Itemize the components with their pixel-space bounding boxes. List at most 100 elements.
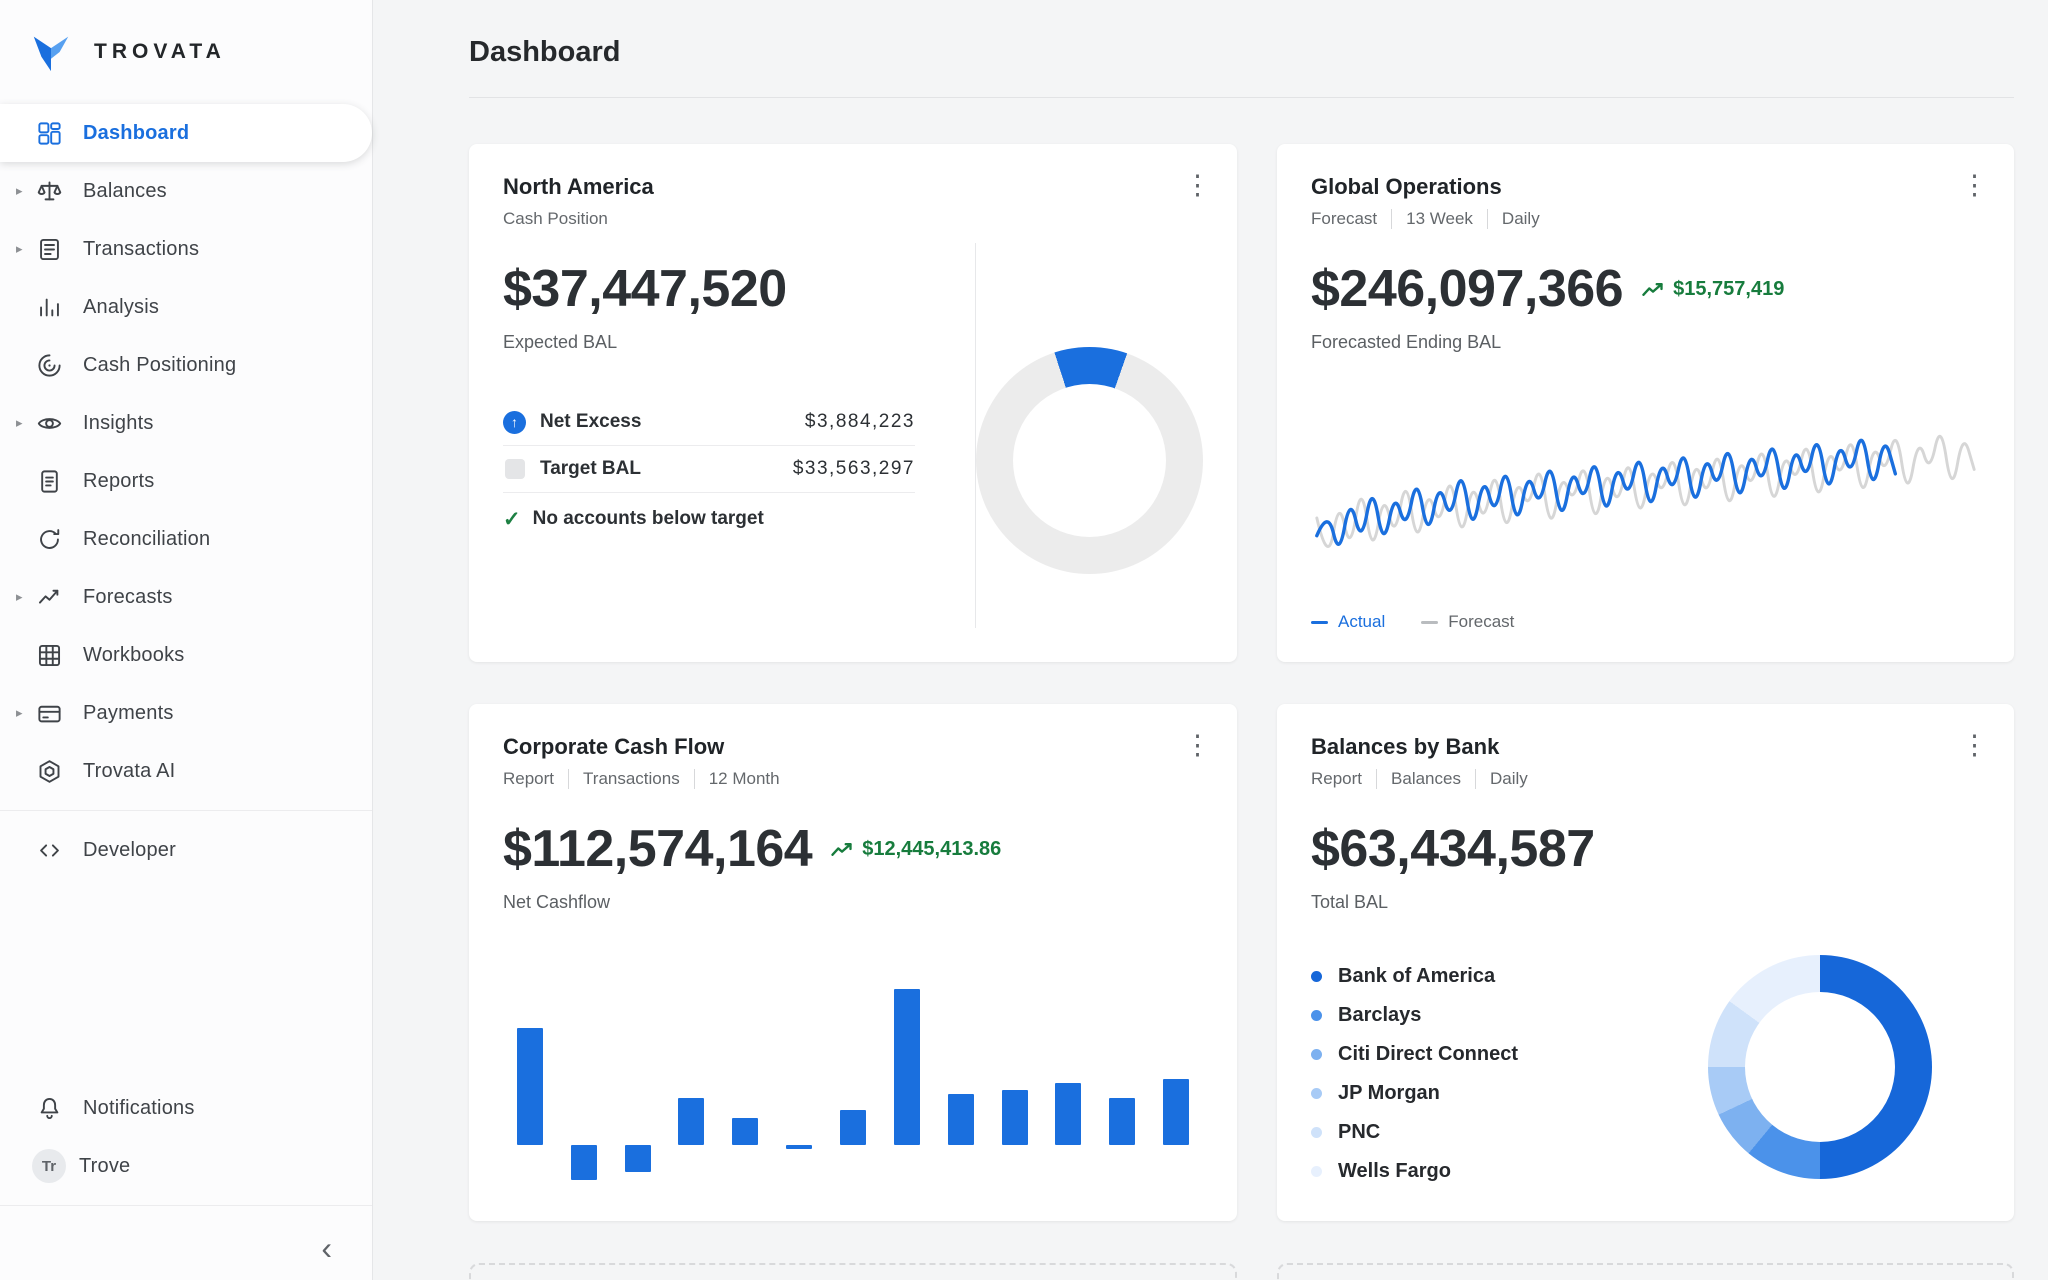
- sidebar-item-balances[interactable]: ▸Balances: [0, 162, 372, 220]
- trend-up-icon: [830, 841, 854, 858]
- line-chart-legend: Actual Forecast: [1311, 612, 1980, 632]
- forecasted-ending-bal-amount: $246,097,366: [1311, 259, 1623, 319]
- sidebar-item-workbooks[interactable]: Workbooks: [0, 626, 372, 684]
- expand-chevron-icon[interactable]: ▸: [16, 241, 36, 257]
- bank-color-dot: [1311, 971, 1322, 982]
- cash-positioning-icon: [36, 352, 63, 379]
- card-north-america: North America Cash Position $37,447,520 …: [469, 144, 1237, 662]
- card-title: North America: [503, 174, 1203, 200]
- bank-legend-item: JP Morgan: [1311, 1074, 1660, 1113]
- card-title: Corporate Cash Flow: [503, 734, 1203, 760]
- sidebar-item-dashboard[interactable]: Dashboard: [0, 104, 372, 162]
- cashflow-bar: [1163, 1079, 1189, 1145]
- cashflow-bar: [840, 1110, 866, 1145]
- refresh-icon: [36, 526, 63, 553]
- sidebar-item-reports[interactable]: Reports: [0, 452, 372, 510]
- cashflow-bar: [786, 1145, 812, 1149]
- actual-line-swatch: [1311, 621, 1328, 624]
- cashflow-bar: [678, 1098, 704, 1145]
- card-header: Global Operations Forecast13 WeekDaily: [1311, 174, 1980, 229]
- scales-icon: [36, 178, 63, 205]
- amount-label: Forecasted Ending BAL: [1311, 332, 1980, 353]
- legend-label: Target BAL: [540, 458, 793, 480]
- trovata-logo[interactable]: TROVATA: [0, 0, 372, 104]
- sidebar-item-forecasts[interactable]: ▸Forecasts: [0, 568, 372, 626]
- collapse-sidebar-button[interactable]: [321, 1232, 332, 1264]
- meta-item: Daily: [1487, 209, 1540, 229]
- sidebar-item-trove[interactable]: TrTrove: [0, 1137, 372, 1195]
- trovata-logo-icon: [28, 29, 74, 75]
- sidebar-item-trovata-ai[interactable]: Trovata AI: [0, 742, 372, 800]
- dashboard-grid: North America Cash Position $37,447,520 …: [469, 144, 2014, 1280]
- target-bal-swatch: [505, 459, 525, 479]
- bank-color-dot: [1311, 1088, 1322, 1099]
- bank-color-dot: [1311, 1049, 1322, 1060]
- placeholder-card: [1277, 1263, 2014, 1280]
- dashboard-grid-icon: [36, 120, 63, 147]
- sidebar-item-label: Trove: [79, 1155, 130, 1178]
- legend-row-target-bal: Target BAL $33,563,297: [503, 446, 915, 493]
- card-title: Global Operations: [1311, 174, 1980, 200]
- forecast-line-chart: [1311, 375, 1980, 608]
- legend-value: $33,563,297: [793, 458, 915, 480]
- sidebar-item-reconciliation[interactable]: Reconciliation: [0, 510, 372, 568]
- status-row: ✓ No accounts below target: [503, 493, 915, 545]
- card-header: North America Cash Position: [503, 174, 1203, 229]
- meta-item: Balances: [1376, 769, 1461, 789]
- bank-legend: Bank of AmericaBarclaysCiti Direct Conne…: [1311, 949, 1660, 1191]
- sidebar-divider: [0, 810, 372, 811]
- sidebar-item-label: Reports: [83, 470, 154, 493]
- kebab-menu-icon[interactable]: [1184, 732, 1211, 759]
- cash-position-legend: ↑ Net Excess $3,884,223 Target BAL $33,5…: [503, 399, 915, 545]
- cashflow-bar: [1109, 1098, 1135, 1145]
- sidebar-nav: Dashboard ▸Balances▸TransactionsAnalysisC…: [0, 104, 372, 800]
- bank-color-dot: [1311, 1127, 1322, 1138]
- bank-name: PNC: [1338, 1121, 1380, 1144]
- forecast-line-swatch: [1421, 621, 1438, 624]
- bank-color-dot: [1311, 1010, 1322, 1021]
- delta-value: $12,445,413.86: [862, 838, 1001, 861]
- donut-area: [976, 229, 1203, 632]
- sidebar-item-cash-positioning[interactable]: Cash Positioning: [0, 336, 372, 394]
- donut-area: [1660, 949, 1980, 1191]
- code-icon: [36, 837, 63, 864]
- meta-item: Daily: [1475, 769, 1528, 789]
- sidebar-item-payments[interactable]: ▸Payments: [0, 684, 372, 742]
- bell-icon: [36, 1095, 63, 1122]
- sidebar-item-label: Dashboard: [83, 122, 189, 145]
- net-cashflow-amount: $112,574,164: [503, 819, 812, 879]
- kebab-menu-icon[interactable]: [1184, 172, 1211, 199]
- trend-up-icon: [1641, 281, 1665, 298]
- eye-icon: [36, 410, 63, 437]
- trend-icon: [36, 584, 63, 611]
- header-divider: [469, 97, 2014, 98]
- hexagon-ai-icon: [36, 758, 63, 785]
- bank-legend-item: Barclays: [1311, 996, 1660, 1035]
- total-bal-amount: $63,434,587: [1311, 819, 1595, 879]
- expand-chevron-icon[interactable]: ▸: [16, 415, 36, 431]
- expand-chevron-icon[interactable]: ▸: [16, 183, 36, 199]
- sidebar-divider: [0, 1205, 372, 1206]
- sidebar-item-developer[interactable]: Developer: [0, 821, 372, 879]
- expand-chevron-icon[interactable]: ▸: [16, 705, 36, 721]
- card-meta: Forecast13 WeekDaily: [1311, 209, 1980, 229]
- status-note: No accounts below target: [533, 508, 764, 530]
- amount-label: Total BAL: [1311, 892, 1980, 913]
- card-meta: ReportBalancesDaily: [1311, 769, 1980, 789]
- sidebar-item-transactions[interactable]: ▸Transactions: [0, 220, 372, 278]
- balances-donut-chart: [1708, 955, 1932, 1179]
- legend-value: $3,884,223: [805, 411, 915, 433]
- bank-legend-item: Wells Fargo: [1311, 1152, 1660, 1191]
- sidebar-item-notifications[interactable]: Notifications: [0, 1079, 372, 1137]
- cashflow-bar: [1002, 1090, 1028, 1145]
- kebab-menu-icon[interactable]: [1961, 172, 1988, 199]
- expand-chevron-icon[interactable]: ▸: [16, 589, 36, 605]
- sidebar-item-label: Trovata AI: [83, 760, 175, 783]
- cashflow-bar: [571, 1145, 597, 1180]
- sidebar-item-analysis[interactable]: Analysis: [0, 278, 372, 336]
- card-global-operations: Global Operations Forecast13 WeekDaily $…: [1277, 144, 2014, 662]
- sidebar-spacer: [0, 879, 372, 1079]
- kebab-menu-icon[interactable]: [1961, 732, 1988, 759]
- amount-label: Expected BAL: [503, 332, 975, 353]
- sidebar-item-insights[interactable]: ▸Insights: [0, 394, 372, 452]
